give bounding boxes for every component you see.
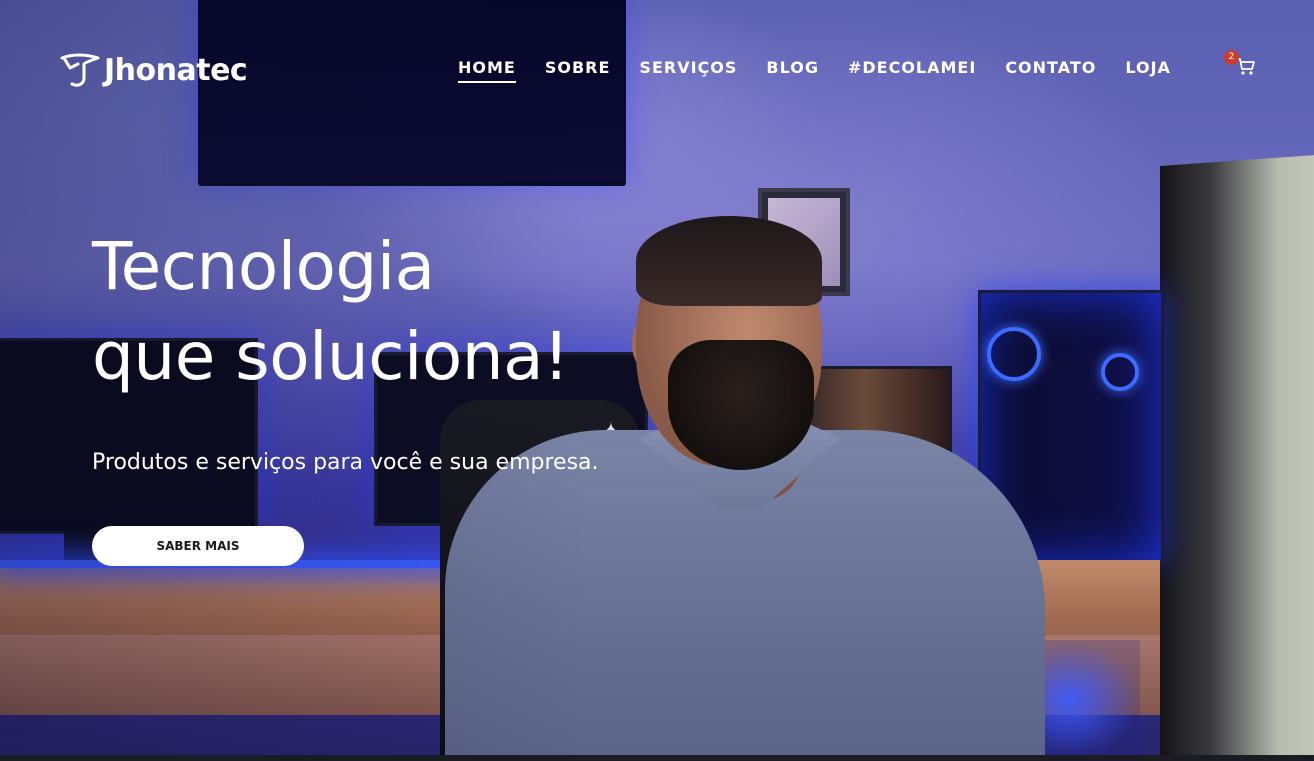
cart-count-badge: 2 [1224,50,1239,65]
nav-item-loja[interactable]: LOJA [1125,58,1171,83]
hero-headline-line1: Tecnologia [92,228,435,305]
nav-item-servicos[interactable]: SERVIÇOS [639,58,737,83]
nav-item-contato[interactable]: CONTATO [1005,58,1096,83]
nav-item-blog[interactable]: BLOG [766,58,819,83]
nav-item-decolamei[interactable]: #DECOLAMEI [848,58,976,83]
bottom-edge [0,755,1314,761]
hero-subtitle: Produtos e serviços para você e sua empr… [92,450,599,475]
hero-section: ✦ Jhonatec HOME SOBRE SERVIÇOS BLOG #DEC… [0,0,1314,761]
shopping-cart-icon [1237,58,1255,75]
hero-headline-line2: que soluciona! [92,318,569,395]
brand-name: Jhonatec [104,52,248,88]
saber-mais-button[interactable]: SABER MAIS [92,526,304,566]
brand-logo[interactable]: Jhonatec [60,52,248,88]
main-nav: HOME SOBRE SERVIÇOS BLOG #DECOLAMEI CONT… [458,58,1171,83]
cart-button[interactable]: 2 [1224,50,1258,80]
hero-headline: Tecnologia que soluciona! [92,222,569,402]
nav-item-sobre[interactable]: SOBRE [545,58,611,83]
nav-item-home[interactable]: HOME [458,58,516,83]
wing-logo-icon [60,53,100,87]
